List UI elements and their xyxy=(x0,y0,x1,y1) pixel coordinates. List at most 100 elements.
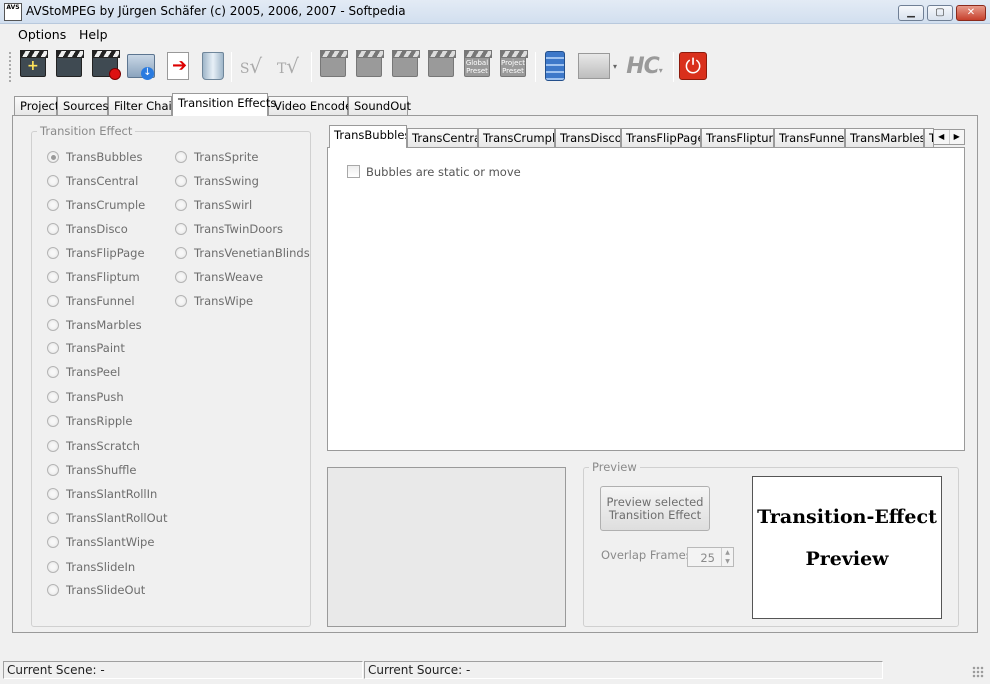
radio-label-transtwindoors[interactable]: TransTwinDoors xyxy=(194,222,283,236)
settings-button[interactable]: ▾ xyxy=(574,50,617,82)
radio-label-transmarbles[interactable]: TransMarbles xyxy=(66,318,142,332)
calculator-button[interactable] xyxy=(540,50,570,82)
radio-transtwindoors[interactable] xyxy=(175,223,187,235)
tab-project[interactable]: Project xyxy=(14,96,59,115)
remove-project-button[interactable] xyxy=(90,50,121,82)
radio-label-transfliptum[interactable]: TransFliptum xyxy=(66,270,140,284)
tab-sources[interactable]: Sources xyxy=(57,96,109,115)
radio-transpush[interactable] xyxy=(47,391,59,403)
radio-label-transweave[interactable]: TransWeave xyxy=(194,270,263,284)
radio-transswirl[interactable] xyxy=(175,199,187,211)
radio-transshuffle[interactable] xyxy=(47,464,59,476)
global-preset-button[interactable]: Global Preset xyxy=(462,50,492,82)
radio-label-transripple[interactable]: TransRipple xyxy=(66,414,132,428)
clip-button-1[interactable] xyxy=(318,50,348,82)
radio-transwipe[interactable] xyxy=(175,295,187,307)
radio-label-transslantrollout[interactable]: TransSlantRollOut xyxy=(66,511,167,525)
power-button[interactable]: ⏻ xyxy=(678,50,708,82)
bubbles-static-checkbox[interactable] xyxy=(347,165,360,178)
stepper-up-icon[interactable]: ▲ xyxy=(721,548,733,557)
clip-button-2[interactable] xyxy=(354,50,384,82)
radio-transcentral[interactable] xyxy=(47,175,59,187)
preview-effect-button[interactable]: Preview selected Transition Effect xyxy=(600,486,710,531)
radio-label-transslantrollin[interactable]: TransSlantRollIn xyxy=(66,487,157,501)
clip-button-4[interactable] xyxy=(426,50,456,82)
radio-label-transflippage[interactable]: TransFlipPage xyxy=(66,246,145,260)
radio-label-transpeel[interactable]: TransPeel xyxy=(66,365,120,379)
hc-button[interactable]: HC▾ xyxy=(620,50,668,82)
radio-transflippage[interactable] xyxy=(47,247,59,259)
radio-label-transpaint[interactable]: TransPaint xyxy=(66,341,125,355)
radio-transfliptum[interactable] xyxy=(47,271,59,283)
scroll-left-icon[interactable]: ◀ xyxy=(934,130,950,144)
radio-label-transcrumple[interactable]: TransCrumple xyxy=(66,198,145,212)
tab-video-encoder[interactable]: Video Encoder xyxy=(268,96,357,115)
open-project-button[interactable] xyxy=(54,50,84,82)
radio-label-transshuffle[interactable]: TransShuffle xyxy=(66,463,136,477)
radio-label-transslideout[interactable]: TransSlideOut xyxy=(66,583,145,597)
clapboard-icon xyxy=(392,50,420,77)
effect-tab-transcentral[interactable]: TransCentral xyxy=(407,128,478,147)
save-project-button[interactable]: ↓ xyxy=(126,50,156,82)
radio-label-transslidein[interactable]: TransSlideIn xyxy=(66,560,135,574)
radio-transmarbles[interactable] xyxy=(47,319,59,331)
effect-tab-transmarbles[interactable]: TransMarbles xyxy=(845,128,924,147)
export-button[interactable]: ➔ xyxy=(163,50,193,82)
radio-label-transscratch[interactable]: TransScratch xyxy=(66,439,140,453)
toolbar-grip[interactable] xyxy=(9,52,13,82)
radio-label-transsprite[interactable]: TransSprite xyxy=(194,150,259,164)
sign-t-button[interactable]: T√ xyxy=(273,50,303,82)
radio-label-transdisco[interactable]: TransDisco xyxy=(66,222,128,236)
menu-options[interactable]: Options xyxy=(18,27,66,42)
radio-transfunnel[interactable] xyxy=(47,295,59,307)
effect-tab-transfunnel[interactable]: TransFunnel xyxy=(774,128,845,147)
radio-label-transvenetianblinds[interactable]: TransVenetianBlinds xyxy=(194,246,310,260)
radio-transvenetianblinds[interactable] xyxy=(175,247,187,259)
tab-soundout[interactable]: SoundOut xyxy=(348,96,411,115)
effect-tab-transcrumple[interactable]: TransCrumple xyxy=(478,128,555,147)
tab-filter-chain[interactable]: Filter Chain xyxy=(108,96,179,115)
app-icon[interactable]: AVS xyxy=(4,3,22,21)
radio-label-transfunnel[interactable]: TransFunnel xyxy=(66,294,135,308)
sign-s-button[interactable]: S√ xyxy=(236,50,266,82)
effect-tab-transfliptum[interactable]: TransFliptum xyxy=(701,128,774,147)
effect-tab-transflippage[interactable]: TransFlipPage xyxy=(621,128,701,147)
clip-button-3[interactable] xyxy=(390,50,420,82)
scroll-right-icon[interactable]: ▶ xyxy=(950,130,965,144)
radio-transslantrollin[interactable] xyxy=(47,488,59,500)
new-project-button[interactable]: + xyxy=(18,50,48,82)
radio-transripple[interactable] xyxy=(47,415,59,427)
maximize-button[interactable]: ▢ xyxy=(927,5,953,21)
tab-transition-effects[interactable]: Transition Effects xyxy=(172,93,276,116)
effect-tab-transbubbles[interactable]: TransBubbles xyxy=(329,125,407,148)
radio-label-transswing[interactable]: TransSwing xyxy=(194,174,259,188)
menu-help[interactable]: Help xyxy=(79,27,108,42)
project-preset-button[interactable]: Project Preset xyxy=(498,50,528,82)
minimize-button[interactable]: ▁ xyxy=(898,5,924,21)
radio-transbubbles[interactable] xyxy=(47,151,59,163)
radio-transpeel[interactable] xyxy=(47,366,59,378)
preview-image-line1: Transition-Effect xyxy=(757,506,937,528)
radio-transweave[interactable] xyxy=(175,271,187,283)
stepper-down-icon[interactable]: ▼ xyxy=(721,557,733,566)
radio-label-transcentral[interactable]: TransCentral xyxy=(66,174,138,188)
effect-tab-transdisco[interactable]: TransDisco xyxy=(555,128,621,147)
close-button[interactable]: ✕ xyxy=(956,5,986,21)
radio-transslideout[interactable] xyxy=(47,584,59,596)
radio-label-transswirl[interactable]: TransSwirl xyxy=(194,198,252,212)
radio-transscratch[interactable] xyxy=(47,440,59,452)
radio-transswing[interactable] xyxy=(175,175,187,187)
radio-transdisco[interactable] xyxy=(47,223,59,235)
radio-label-transslantwipe[interactable]: TransSlantWipe xyxy=(66,535,154,549)
resize-grip-icon[interactable] xyxy=(972,666,984,678)
radio-label-transwipe[interactable]: TransWipe xyxy=(194,294,253,308)
radio-transcrumple[interactable] xyxy=(47,199,59,211)
radio-transpaint[interactable] xyxy=(47,342,59,354)
radio-label-transbubbles[interactable]: TransBubbles xyxy=(66,150,142,164)
radio-transslantwipe[interactable] xyxy=(47,536,59,548)
recycle-bin-button[interactable] xyxy=(198,50,228,82)
radio-transslidein[interactable] xyxy=(47,561,59,573)
radio-label-transpush[interactable]: TransPush xyxy=(66,390,124,404)
radio-transsprite[interactable] xyxy=(175,151,187,163)
radio-transslantrollout[interactable] xyxy=(47,512,59,524)
